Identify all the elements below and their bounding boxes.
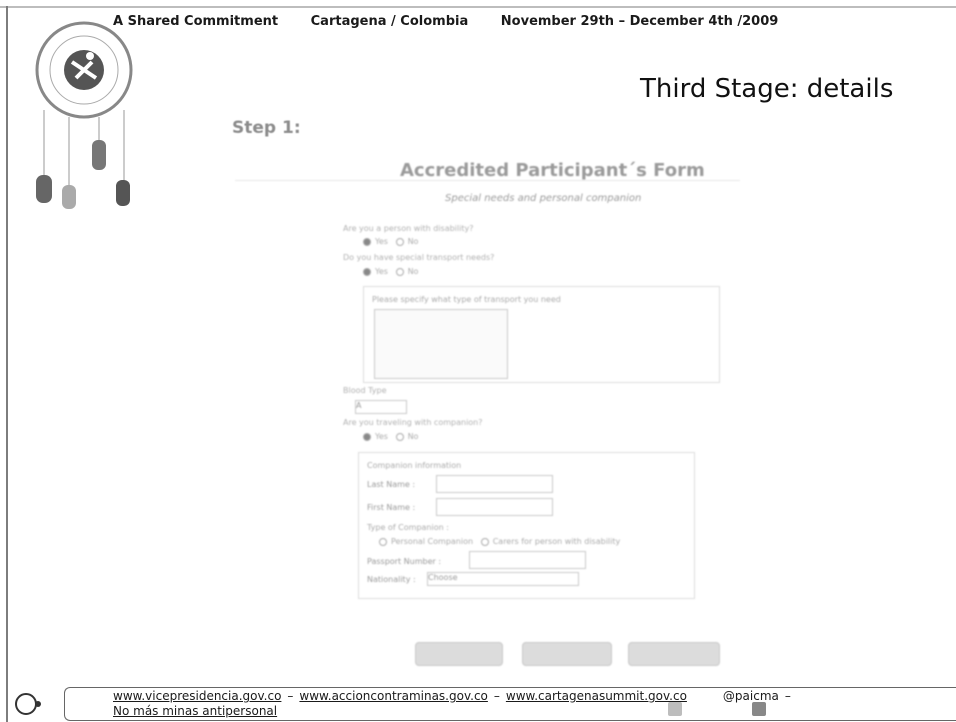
nationality-select[interactable]: Choose: [427, 572, 579, 586]
passport-label: Passport Number :: [367, 557, 442, 566]
facebook-icon[interactable]: [752, 702, 766, 716]
blood-type-select[interactable]: A: [355, 400, 407, 414]
form-screenshot: Accredited Participant´s Form Special ne…: [230, 120, 740, 680]
left-rule: [6, 6, 8, 722]
transport-question: Do you have special transport needs?: [343, 253, 495, 262]
slide: A Shared Commitment Cartagena / Colombia…: [0, 0, 956, 722]
radio-yes[interactable]: [363, 267, 371, 276]
last-name-input[interactable]: [436, 475, 553, 493]
vicepresidencia-link[interactable]: www.vicepresidencia.gov.co: [113, 689, 281, 703]
slide-header: A Shared Commitment Cartagena / Colombia…: [113, 14, 806, 29]
blood-type-label: Blood Type: [343, 386, 387, 395]
no-mas-minas-link[interactable]: No más minas antipersonal: [113, 704, 277, 718]
paicma-logo-icon: [15, 693, 41, 715]
radio-yes-label: Yes: [375, 432, 388, 441]
radio-no-label: No: [407, 237, 419, 246]
radio-no[interactable]: [395, 267, 404, 276]
footer-links: www.vicepresidencia.gov.co – www.accioncon…: [113, 689, 791, 718]
radio-no-label: No: [407, 267, 419, 276]
companion-type-label: Type of Companion :: [367, 523, 449, 532]
companion-legend: Companion information: [367, 461, 462, 470]
transport-fieldset: Please specify what type of transport yo…: [363, 286, 720, 383]
companion-question: Are you traveling with companion?: [343, 418, 483, 427]
next-button[interactable]: [628, 642, 720, 666]
blood-type-value: A: [356, 401, 362, 410]
companion-type-group: Personal Companion Carers for person wit…: [379, 537, 620, 546]
transport-label: Please specify what type of transport yo…: [372, 295, 561, 304]
radio-yes[interactable]: [363, 237, 371, 246]
companion-radio-group: Yes No: [363, 432, 418, 441]
disability-question: Are you a person with disability?: [343, 224, 474, 233]
personal-companion-label: Personal Companion: [391, 537, 474, 546]
header-location: Cartagena / Colombia: [310, 14, 469, 29]
radio-yes[interactable]: [363, 432, 371, 441]
accioncontraminas-link[interactable]: www.accioncontraminas.gov.co: [299, 689, 487, 703]
radio-yes-label: Yes: [375, 237, 388, 246]
paicma-handle: @paicma: [722, 689, 779, 703]
carers-checkbox[interactable]: [480, 537, 489, 546]
companion-fieldset: Companion information Last Name : First …: [358, 452, 695, 599]
form-divider: [235, 180, 740, 181]
slide-title: Third Stage: details: [640, 74, 894, 104]
carers-label: Carers for person with disability: [492, 537, 621, 546]
radio-no[interactable]: [395, 237, 404, 246]
first-name-label: First Name :: [367, 503, 416, 512]
radio-yes-label: Yes: [375, 267, 388, 276]
transport-textarea[interactable]: [374, 309, 508, 379]
radio-no[interactable]: [395, 432, 404, 441]
nationality-value: Choose: [428, 573, 458, 582]
cancel-button[interactable]: [522, 642, 612, 666]
twitter-icon[interactable]: [668, 702, 682, 716]
first-name-input[interactable]: [436, 498, 553, 516]
header-dates: November 29th – December 4th /2009: [500, 14, 779, 29]
top-rule: [0, 6, 956, 8]
summit-logo-icon: [35, 21, 133, 209]
personal-companion-checkbox[interactable]: [379, 537, 387, 546]
form-title: Accredited Participant´s Form: [400, 160, 705, 181]
nationality-label: Nationality :: [367, 575, 416, 584]
cartagenasummit-link[interactable]: www.cartagenasummit.gov.co: [506, 689, 687, 703]
transport-radio-group: Yes No: [363, 267, 418, 276]
disability-radio-group: Yes No: [363, 237, 418, 246]
form-subtitle: Special needs and personal companion: [445, 193, 642, 204]
last-name-label: Last Name :: [367, 480, 416, 489]
passport-input[interactable]: [469, 551, 586, 569]
radio-no-label: No: [407, 432, 419, 441]
back-button[interactable]: [415, 642, 503, 666]
